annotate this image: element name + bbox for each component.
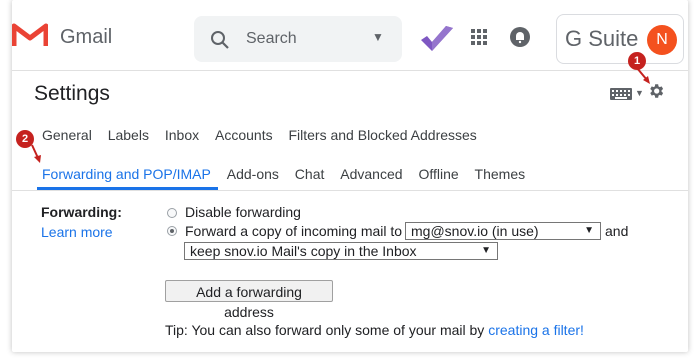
tab-accounts[interactable]: Accounts <box>215 127 273 143</box>
add-forwarding-address-button[interactable]: Add a forwarding address <box>165 280 333 320</box>
settings-tabs-row-1: General Labels Inbox Accounts Filters an… <box>42 127 489 143</box>
settings-tabs-row-2: Forwarding and POP/IMAP Add-ons Chat Adv… <box>42 166 537 182</box>
tip-prefix: Tip: You can also forward only some of y… <box>165 322 489 338</box>
page-title: Settings <box>34 82 110 105</box>
tab-add-ons[interactable]: Add-ons <box>227 166 279 182</box>
forward-copy-radio[interactable] <box>167 226 177 236</box>
chevron-down-icon[interactable]: ▼ <box>635 88 644 98</box>
search-bar[interactable]: Search ▼ <box>194 16 402 62</box>
disable-forwarding-label[interactable]: Disable forwarding <box>185 204 301 220</box>
tab-advanced[interactable]: Advanced <box>340 166 402 182</box>
forward-action-select[interactable]: keep snov.io Mail's copy in the Inbox ▼ <box>184 242 498 260</box>
disable-forwarding-radio[interactable] <box>167 208 177 218</box>
tab-chat[interactable]: Chat <box>295 166 325 182</box>
keyboard-icon[interactable] <box>610 88 632 100</box>
tasks-icon[interactable] <box>418 24 456 54</box>
chevron-down-icon[interactable]: ▼ <box>372 30 384 44</box>
forward-copy-label[interactable]: Forward a copy of incoming mail to <box>185 223 402 239</box>
tab-general[interactable]: General <box>42 127 92 143</box>
notifications-icon[interactable] <box>509 26 531 48</box>
tab-labels[interactable]: Labels <box>108 127 149 143</box>
tabs-divider <box>12 190 688 191</box>
forward-action-value: keep snov.io Mail's copy in the Inbox <box>190 243 417 259</box>
tab-themes[interactable]: Themes <box>475 166 526 182</box>
tab-forwarding-pop-imap[interactable]: Forwarding and POP/IMAP <box>42 166 211 182</box>
gmail-logo-icon[interactable] <box>12 22 48 48</box>
creating-filter-link[interactable]: creating a filter! <box>488 322 584 338</box>
search-icon[interactable] <box>210 30 230 50</box>
learn-more-link[interactable]: Learn more <box>41 224 113 240</box>
annotation-arrow-2 <box>31 144 41 163</box>
forwarding-label: Forwarding: <box>41 204 122 220</box>
app-name[interactable]: Gmail <box>60 26 112 49</box>
avatar[interactable]: N <box>647 25 677 55</box>
and-label: and <box>605 223 629 239</box>
account-switcher[interactable]: G Suite N <box>556 14 684 64</box>
forward-address-value: mg@snov.io (in use) <box>411 223 539 239</box>
gsuite-logo: G Suite <box>565 26 639 51</box>
active-tab-indicator <box>37 187 218 190</box>
tip-text: Tip: You can also forward only some of y… <box>165 322 584 338</box>
search-input[interactable]: Search <box>246 30 297 48</box>
gmail-window: Gmail Search ▼ G Suite N Settings ▼ 1 2 … <box>12 0 688 352</box>
forward-address-select[interactable]: mg@snov.io (in use) ▼ <box>405 222 601 240</box>
tab-offline[interactable]: Offline <box>418 166 458 182</box>
chevron-down-icon: ▼ <box>481 245 491 256</box>
tab-inbox[interactable]: Inbox <box>165 127 199 143</box>
annotation-arrow-1 <box>636 67 650 84</box>
tab-filters[interactable]: Filters and Blocked Addresses <box>288 127 476 143</box>
apps-grid-icon[interactable] <box>470 28 488 46</box>
top-bar: Gmail Search ▼ G Suite N <box>12 0 688 71</box>
chevron-down-icon: ▼ <box>584 225 594 236</box>
